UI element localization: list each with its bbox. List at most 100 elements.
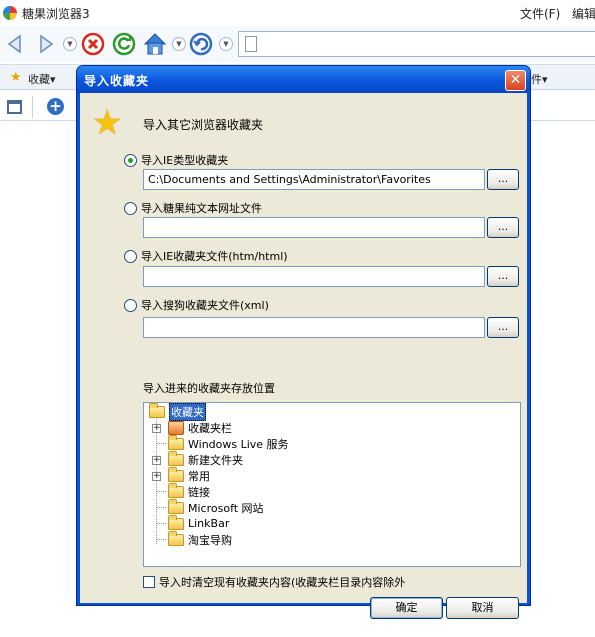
tree-node-label: Microsoft 网站 bbox=[188, 501, 264, 515]
tree-node-windows-live[interactable]: Windows Live 服务 bbox=[168, 434, 289, 451]
dialog-body: ★ 导入其它浏览器收藏夹 导入IE类型收藏夹 C:\Documents and … bbox=[80, 93, 527, 619]
new-tab-plus-icon[interactable]: + bbox=[47, 98, 64, 115]
tree-node-taobao[interactable]: 淘宝导购 bbox=[168, 530, 232, 547]
import-ie-html-radio[interactable] bbox=[124, 249, 137, 263]
import-ie-favorites-label: 导入IE类型收藏夹 bbox=[141, 154, 229, 167]
page-icon bbox=[245, 36, 257, 52]
folder-icon bbox=[168, 466, 184, 482]
chevron-down-icon: ▼ bbox=[223, 40, 229, 48]
tree-line bbox=[156, 491, 166, 492]
history-dropdown-button[interactable]: ▼ bbox=[63, 37, 77, 51]
back-button[interactable] bbox=[4, 33, 26, 55]
undo-dropdown-button[interactable]: ▼ bbox=[219, 37, 233, 51]
refresh-button[interactable] bbox=[112, 32, 136, 56]
browser-titlebar: 糖果浏览器3 文件(F) 编辑 bbox=[0, 0, 595, 26]
cancel-button[interactable]: 取消 bbox=[446, 597, 519, 619]
import-ie-html-option[interactable]: 导入IE收藏夹文件(htm/html) bbox=[124, 248, 288, 264]
tree-node-label: 链接 bbox=[188, 485, 210, 499]
import-text-url-radio[interactable] bbox=[124, 201, 137, 215]
import-text-url-label: 导入糖果纯文本网址文件 bbox=[141, 202, 262, 215]
ok-button[interactable]: 确定 bbox=[370, 597, 443, 619]
menu-edit[interactable]: 编辑 bbox=[572, 5, 595, 22]
tree-node-label: LinkBar bbox=[188, 517, 230, 530]
tree-line bbox=[156, 539, 166, 540]
dialog-close-button[interactable]: ✕ bbox=[505, 70, 526, 91]
chevron-down-icon: ▼ bbox=[67, 40, 73, 48]
stop-icon bbox=[81, 32, 105, 56]
import-sogou-xml-label: 导入搜狗收藏夹文件(xml) bbox=[141, 299, 269, 312]
chevron-down-icon: ▼ bbox=[176, 40, 182, 48]
folder-icon bbox=[168, 498, 184, 514]
forward-arrow-icon bbox=[40, 34, 54, 54]
favbar-menu-button[interactable]: 件▾ bbox=[531, 71, 548, 87]
tree-node-label: 收藏夹栏 bbox=[188, 421, 232, 435]
import-ie-favorites-radio[interactable] bbox=[124, 153, 137, 167]
favorites-star-icon: ★ bbox=[10, 70, 22, 85]
favorites-bar-icon bbox=[168, 420, 184, 435]
tree-node-linkbar[interactable]: LinkBar bbox=[168, 514, 230, 531]
back-arrow-icon bbox=[7, 34, 21, 54]
app-title: 糖果浏览器3 bbox=[22, 7, 90, 21]
dialog-titlebar: 导入收藏夹 ✕ bbox=[77, 66, 530, 93]
import-ie-html-label: 导入IE收藏夹文件(htm/html) bbox=[141, 250, 288, 263]
forward-button[interactable] bbox=[35, 33, 57, 55]
tree-node-label: Windows Live 服务 bbox=[188, 437, 289, 451]
text-url-path-input[interactable] bbox=[143, 217, 485, 238]
dialog-header: 导入其它浏览器收藏夹 bbox=[143, 118, 264, 132]
import-sogou-xml-option[interactable]: 导入搜狗收藏夹文件(xml) bbox=[124, 297, 269, 313]
folder-tree[interactable]: 收藏夹 + 收藏夹栏 Windows Live 服务 + 新建文件夹 + 常用 bbox=[143, 402, 521, 567]
import-ie-favorites-option[interactable]: 导入IE类型收藏夹 bbox=[124, 152, 228, 168]
undo-icon bbox=[189, 32, 213, 56]
clear-existing-checkbox[interactable] bbox=[143, 576, 155, 588]
home-button[interactable] bbox=[142, 31, 168, 57]
import-sogou-xml-radio[interactable] bbox=[124, 298, 137, 312]
browse-button-sogou-xml[interactable]: ... bbox=[487, 317, 519, 338]
browse-button-ie-html[interactable]: ... bbox=[487, 266, 519, 287]
window-list-icon[interactable] bbox=[7, 100, 22, 114]
menu-file[interactable]: 文件(F) bbox=[520, 5, 560, 22]
tab-separator bbox=[32, 96, 33, 118]
sogou-xml-path-input[interactable] bbox=[143, 317, 485, 338]
tree-line bbox=[156, 523, 166, 524]
tree-node-label: 淘宝导购 bbox=[188, 533, 232, 547]
tree-node-label: 常用 bbox=[188, 469, 210, 483]
clear-existing-option[interactable]: 导入时清空现有收藏夹内容(收藏夹栏目录内容除外 bbox=[143, 574, 405, 590]
folder-icon bbox=[168, 450, 184, 466]
ie-favorites-path-input[interactable]: C:\Documents and Settings\Administrator\… bbox=[143, 169, 485, 190]
browse-button-ie-favorites[interactable]: ... bbox=[487, 169, 519, 190]
tree-node-microsoft[interactable]: Microsoft 网站 bbox=[168, 498, 264, 515]
refresh-icon bbox=[112, 32, 136, 56]
tree-node-common[interactable]: 常用 bbox=[168, 466, 210, 483]
tree-node-new-folder[interactable]: 新建文件夹 bbox=[168, 450, 243, 467]
expand-icon[interactable]: + bbox=[152, 472, 161, 481]
location-label: 导入进来的收藏夹存放位置 bbox=[143, 382, 275, 395]
tree-node-label: 新建文件夹 bbox=[188, 453, 243, 467]
tree-line bbox=[156, 443, 166, 444]
tree-node-links[interactable]: 链接 bbox=[168, 482, 210, 499]
tree-node-label: 收藏夹 bbox=[169, 402, 206, 421]
import-text-url-option[interactable]: 导入糖果纯文本网址文件 bbox=[124, 200, 262, 216]
favorites-menu-button[interactable]: 收藏▾ bbox=[28, 71, 56, 87]
folder-icon bbox=[168, 434, 184, 450]
tree-node-favorites[interactable]: 收藏夹 bbox=[149, 402, 206, 421]
browse-button-text-url[interactable]: ... bbox=[487, 217, 519, 238]
star-icon: ★ bbox=[92, 103, 123, 143]
folder-icon bbox=[149, 402, 165, 418]
clear-existing-label: 导入时清空现有收藏夹内容(收藏夹栏目录内容除外 bbox=[159, 576, 406, 589]
address-bar[interactable] bbox=[238, 31, 595, 57]
import-favorites-dialog: 导入收藏夹 ✕ ★ 导入其它浏览器收藏夹 导入IE类型收藏夹 C:\Docume… bbox=[76, 65, 531, 619]
home-dropdown-button[interactable]: ▼ bbox=[172, 37, 186, 51]
folder-icon bbox=[168, 514, 184, 530]
home-icon bbox=[143, 33, 167, 55]
folder-icon bbox=[168, 482, 184, 498]
tree-line bbox=[156, 507, 166, 508]
app-logo-icon bbox=[3, 6, 17, 20]
stop-button[interactable] bbox=[81, 32, 105, 56]
undo-close-button[interactable] bbox=[189, 32, 213, 56]
tree-node-favorites-bar[interactable]: 收藏夹栏 bbox=[168, 420, 232, 435]
expand-icon[interactable]: + bbox=[152, 424, 161, 433]
ie-html-path-input[interactable] bbox=[143, 266, 485, 287]
folder-icon bbox=[168, 530, 184, 546]
expand-icon[interactable]: + bbox=[152, 456, 161, 465]
dialog-title: 导入收藏夹 bbox=[84, 74, 150, 88]
